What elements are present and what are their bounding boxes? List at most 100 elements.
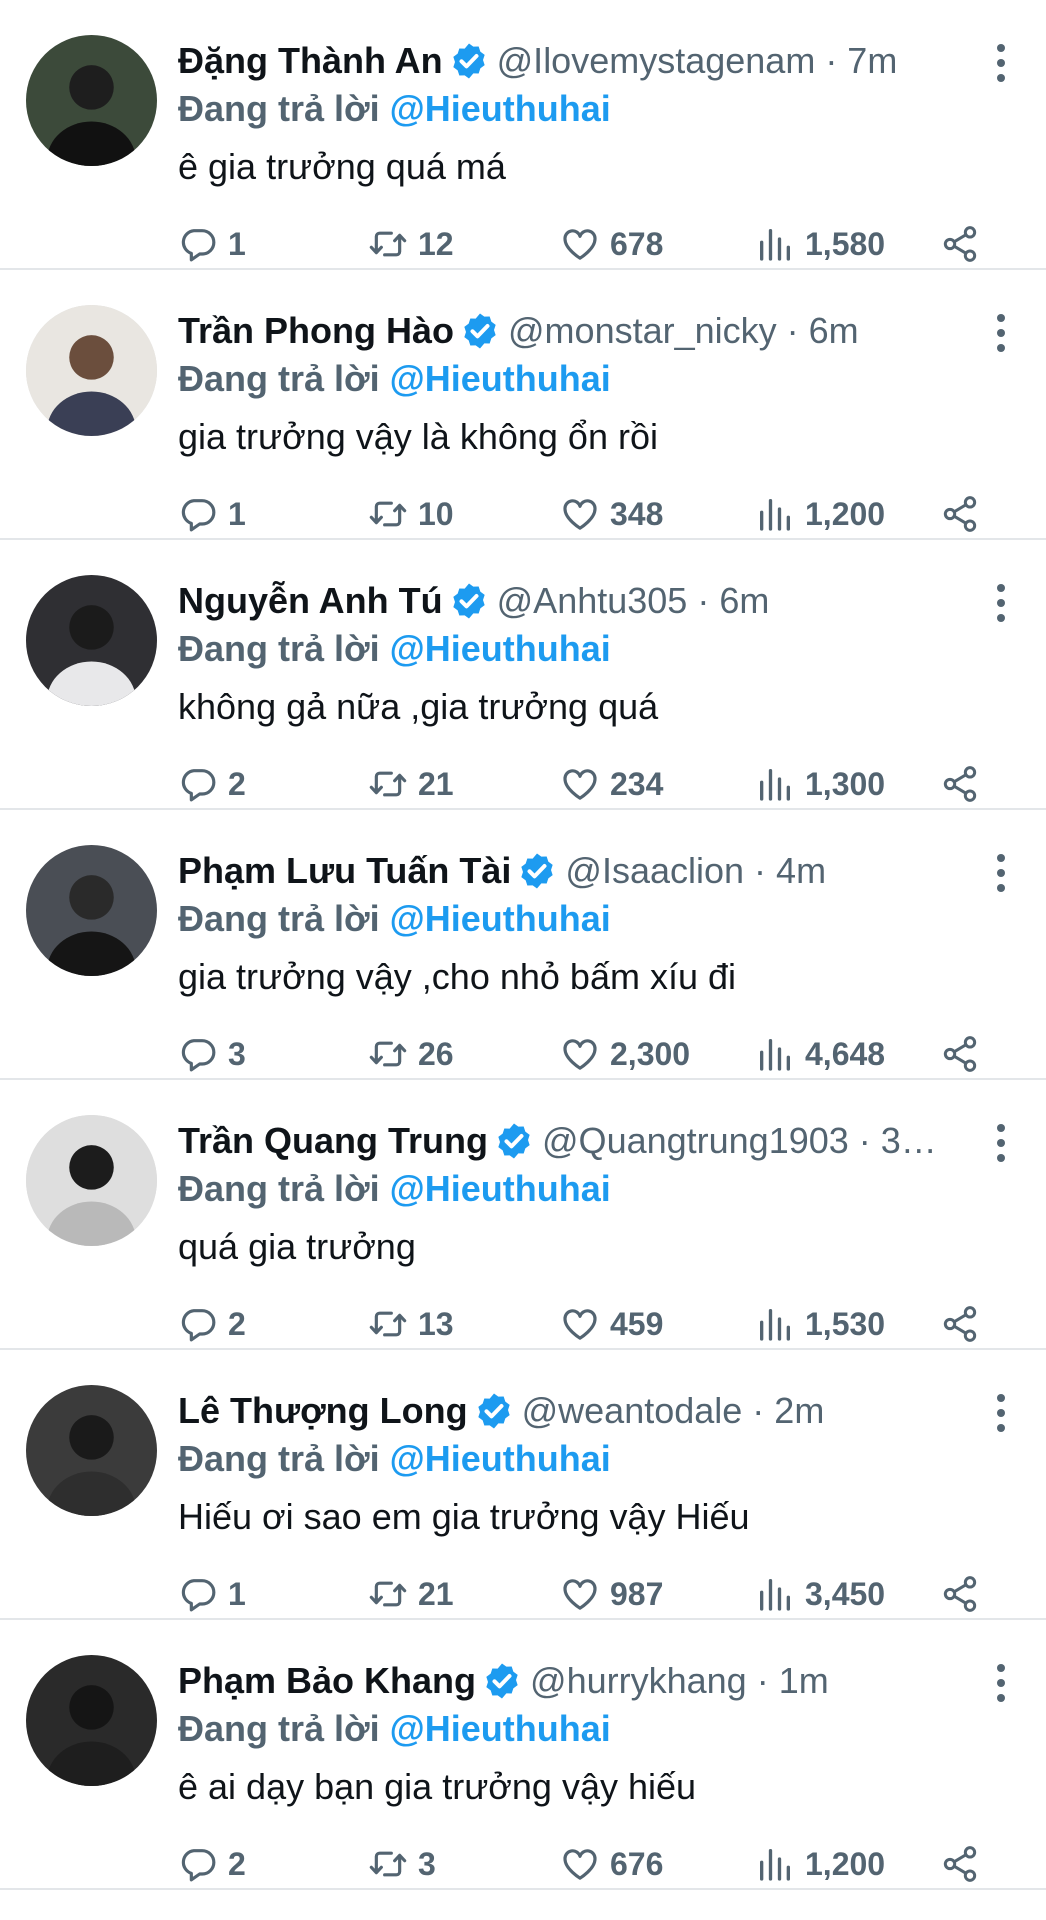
reply-button[interactable]: 2	[178, 1294, 246, 1354]
retweet-button[interactable]: 13	[368, 1294, 454, 1354]
share-button[interactable]	[940, 1294, 980, 1354]
reply-button[interactable]: 2	[178, 1834, 246, 1894]
display-name[interactable]: Trần Phong Hào	[178, 305, 454, 357]
retweet-icon	[369, 501, 407, 527]
display-name[interactable]: Phạm Bảo Khang	[178, 1655, 476, 1707]
reply-button[interactable]: 2	[178, 754, 246, 814]
avatar[interactable]	[26, 845, 157, 976]
retweet-button[interactable]: 21	[368, 1564, 454, 1624]
mention-link[interactable]: @Hieuthuhai	[390, 1168, 611, 1209]
avatar[interactable]	[26, 35, 157, 166]
share-icon	[943, 496, 977, 532]
tweet-text: ê ai dạy bạn gia trưởng vậy hiếu	[178, 1766, 697, 1807]
mention-link[interactable]: @Hieuthuhai	[390, 898, 611, 939]
views-bar-chart-icon	[760, 769, 790, 801]
display-name[interactable]: Nguyễn Anh Tú	[178, 575, 443, 627]
tweet[interactable]: Lê Thượng Long @weantodale · 2m Đang trả…	[0, 1350, 1046, 1620]
heart-icon	[563, 1309, 597, 1340]
share-icon	[943, 1576, 977, 1612]
tweet-text: gia trưởng vậy ,cho nhỏ bấm xíu đi	[178, 956, 736, 997]
views-button[interactable]: 1,200	[755, 1834, 885, 1894]
retweet-button[interactable]: 26	[368, 1024, 454, 1084]
handle-and-time[interactable]: @hurrykhang · 1m	[530, 1655, 829, 1707]
tweet[interactable]: Trần Phong Hào @monstar_nicky · 6m Đang …	[0, 270, 1046, 540]
retweet-button[interactable]: 21	[368, 754, 454, 814]
like-button[interactable]: 234	[560, 754, 663, 814]
tweet[interactable]: Phạm Bảo Khang @hurrykhang · 1m Đang trả…	[0, 1620, 1046, 1890]
more-dots-icon[interactable]	[984, 314, 1018, 352]
retweet-count: 3	[418, 1845, 436, 1882]
reply-icon	[181, 1579, 216, 1612]
share-button[interactable]	[940, 484, 980, 544]
avatar-photo	[26, 845, 157, 976]
handle-and-time[interactable]: @Anhtu305 · 6m	[497, 575, 770, 627]
display-name[interactable]: Trần Quang Trung	[178, 1115, 488, 1167]
avatar[interactable]	[26, 575, 157, 706]
views-button[interactable]: 4,648	[755, 1024, 885, 1084]
more-dots-icon[interactable]	[984, 44, 1018, 82]
mention-link[interactable]: @Hieuthuhai	[390, 88, 611, 129]
tweet[interactable]: Nguyễn Anh Tú @Anhtu305 · 6m Đang trả lờ…	[0, 540, 1046, 810]
avatar[interactable]	[26, 1115, 157, 1246]
like-button[interactable]: 2,300	[560, 1024, 690, 1084]
tweet[interactable]: Trần Quang Trung @Quangtrung1903 · 3… Đa…	[0, 1080, 1046, 1350]
handle-and-time[interactable]: @Isaaclion · 4m	[565, 845, 826, 897]
retweet-button[interactable]: 12	[368, 214, 454, 274]
handle-and-time[interactable]: @weantodale · 2m	[522, 1385, 825, 1437]
reply-feed: Đặng Thành An @Ilovemystagenam · 7m Đang…	[0, 0, 1046, 1890]
display-name[interactable]: Phạm Lưu Tuấn Tài	[178, 845, 511, 897]
tweet-actions: 1 10 348 1,200	[178, 484, 1018, 544]
tweet-header: Lê Thượng Long @weantodale · 2m	[178, 1385, 966, 1437]
views-bar-chart-icon	[760, 499, 790, 531]
replying-to: Đang trả lời @Hieuthuhai	[178, 1704, 611, 1754]
reply-button[interactable]: 1	[178, 1564, 246, 1624]
reply-icon	[181, 1849, 216, 1882]
handle-and-time[interactable]: @Quangtrung1903 · 3…	[542, 1115, 937, 1167]
like-button[interactable]: 678	[560, 214, 663, 274]
mention-link[interactable]: @Hieuthuhai	[390, 1438, 611, 1479]
mention-link[interactable]: @Hieuthuhai	[390, 1708, 611, 1749]
share-button[interactable]	[940, 754, 980, 814]
retweet-icon	[369, 1581, 407, 1607]
heart-icon	[563, 1579, 597, 1610]
share-button[interactable]	[940, 1564, 980, 1624]
mention-link[interactable]: @Hieuthuhai	[390, 358, 611, 399]
more-dots-icon[interactable]	[984, 584, 1018, 622]
reply-button[interactable]: 1	[178, 484, 246, 544]
more-dots-icon[interactable]	[984, 1664, 1018, 1702]
tweet[interactable]: Đặng Thành An @Ilovemystagenam · 7m Đang…	[0, 0, 1046, 270]
views-button[interactable]: 1,580	[755, 214, 885, 274]
like-button[interactable]: 459	[560, 1294, 663, 1354]
handle-and-time[interactable]: @monstar_nicky · 6m	[508, 305, 859, 357]
retweet-button[interactable]: 3	[368, 1834, 436, 1894]
views-button[interactable]: 1,530	[755, 1294, 885, 1354]
like-count: 987	[610, 1575, 664, 1612]
share-button[interactable]	[940, 1024, 980, 1084]
like-button[interactable]: 676	[560, 1834, 663, 1894]
retweet-button[interactable]: 10	[368, 484, 454, 544]
avatar[interactable]	[26, 305, 157, 436]
more-dots-icon[interactable]	[984, 1394, 1018, 1432]
avatar[interactable]	[26, 1385, 157, 1516]
more-dots-icon[interactable]	[984, 1124, 1018, 1162]
share-button[interactable]	[940, 1834, 980, 1894]
replying-to-label: Đang trả lời	[178, 1438, 380, 1479]
views-button[interactable]: 3,450	[755, 1564, 885, 1624]
handle-and-time[interactable]: @Ilovemystagenam · 7m	[497, 35, 898, 87]
reply-button[interactable]: 1	[178, 214, 246, 274]
display-name[interactable]: Đặng Thành An	[178, 35, 443, 87]
more-dots-icon[interactable]	[984, 854, 1018, 892]
display-name[interactable]: Lê Thượng Long	[178, 1385, 468, 1437]
mention-link[interactable]: @Hieuthuhai	[390, 628, 611, 669]
verified-badge-icon	[452, 583, 485, 619]
share-button[interactable]	[940, 214, 980, 274]
views-button[interactable]: 1,200	[755, 484, 885, 544]
reply-button[interactable]: 3	[178, 1024, 246, 1084]
tweet[interactable]: Phạm Lưu Tuấn Tài @Isaaclion · 4m Đang t…	[0, 810, 1046, 1080]
heart-icon	[563, 499, 597, 530]
views-button[interactable]: 1,300	[755, 754, 885, 814]
like-button[interactable]: 987	[560, 1564, 663, 1624]
avatar[interactable]	[26, 1655, 157, 1786]
tweet-text: không gả nữa ,gia trưởng quá	[178, 686, 659, 727]
like-button[interactable]: 348	[560, 484, 663, 544]
